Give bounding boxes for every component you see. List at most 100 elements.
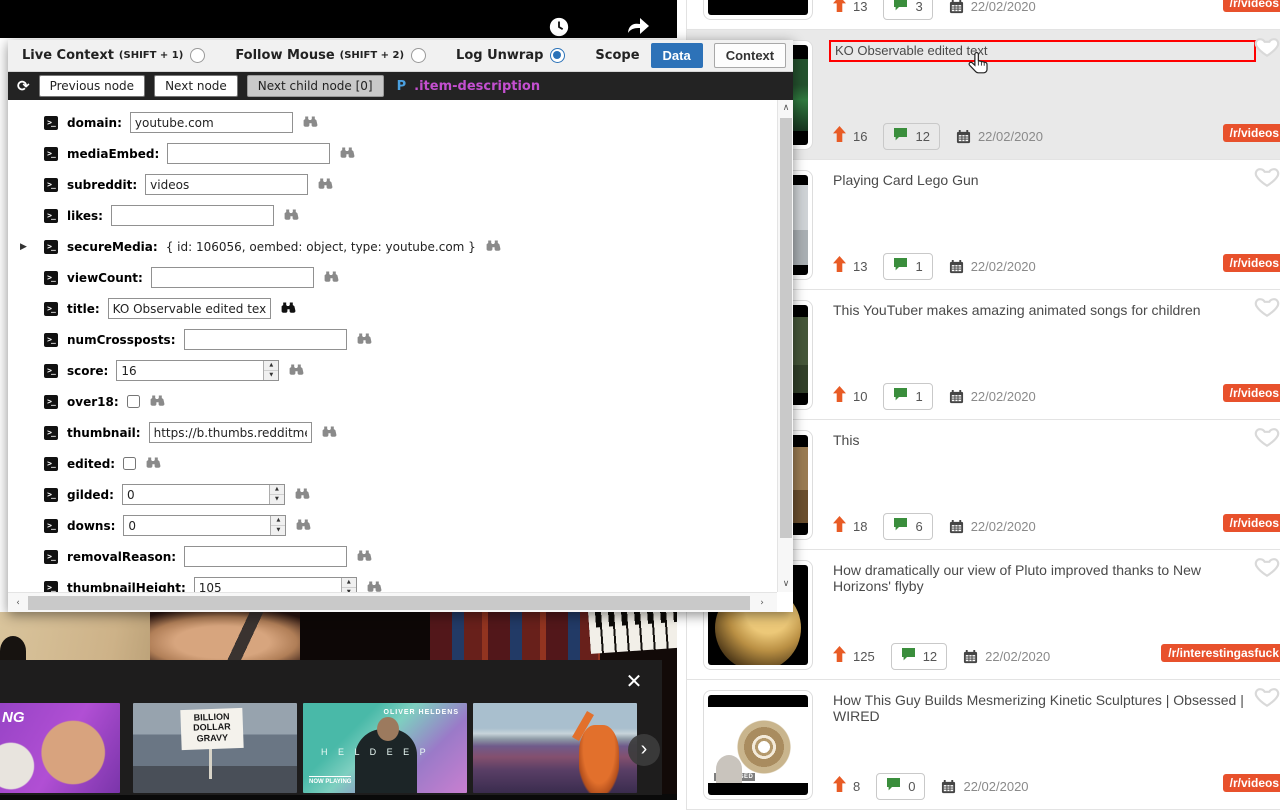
find-in-page-icon[interactable] [145,457,161,470]
feed-item-title[interactable]: How dramatically our view of Pluto impro… [833,562,1246,594]
feed-item-title-selected[interactable]: KO Observable edited text [829,40,1256,62]
spinner-down-icon[interactable]: ▼ [271,525,286,535]
expand-caret-icon[interactable]: ▶ [20,242,44,252]
property-input-likes[interactable] [110,205,274,226]
property-object-preview[interactable]: { id: 106056, oembed: object, type: yout… [166,240,476,254]
upvote-arrow-icon[interactable] [833,125,846,147]
subreddit-badge[interactable]: /r/videos [1222,0,1280,12]
find-in-page-icon[interactable] [485,240,501,253]
find-in-page-icon[interactable] [339,147,355,160]
upvote-arrow-icon[interactable] [833,255,846,277]
find-in-page-icon[interactable] [283,209,299,222]
comment-count-box[interactable]: 1 [883,382,933,410]
property-input-viewCount[interactable] [150,267,314,288]
refresh-icon[interactable]: ⟳ [17,78,30,94]
spinner-up-icon[interactable]: ▲ [341,578,356,587]
horizontal-scroll-thumb[interactable] [28,596,750,610]
comment-count-box[interactable]: 6 [883,512,933,540]
vertical-scrollbar[interactable]: ∧ ∨ [777,100,793,592]
find-in-page-icon[interactable] [317,178,333,191]
suggested-video-thumbnail[interactable]: OLIVER HELDENS H E L D E E P NOW PLAYING [303,703,467,793]
scroll-up-icon[interactable]: ∧ [778,100,794,116]
property-input-downs[interactable] [123,515,287,536]
find-in-page-icon[interactable] [280,302,296,315]
watch-later-clock-icon[interactable] [548,16,570,43]
scroll-down-icon[interactable]: ∨ [778,576,794,592]
share-icon[interactable] [626,16,650,43]
upvote-arrow-icon[interactable] [833,0,846,17]
comment-count-box[interactable]: 12 [883,122,940,150]
upvote-arrow-icon[interactable] [833,645,846,667]
spinner-up-icon[interactable]: ▲ [271,516,286,525]
comment-count-box[interactable]: 0 [876,772,926,800]
find-in-page-icon[interactable] [356,333,372,346]
subreddit-badge[interactable]: /r/videos [1222,124,1280,142]
favorite-heart-icon[interactable] [1254,34,1280,63]
number-spinner[interactable]: ▲ ▼ [263,361,279,380]
property-input-thumbnailHeight[interactable] [193,577,357,592]
property-input-gilded[interactable] [121,484,285,505]
comment-count-box[interactable]: 1 [883,252,933,280]
find-in-page-icon[interactable] [302,116,318,129]
next-suggestions-button[interactable]: › [628,734,660,766]
suggested-video-thumbnail[interactable]: BILLION DOLLAR GRAVY [133,703,297,793]
property-input-removalReason[interactable] [184,546,348,567]
scroll-right-icon[interactable]: › [754,595,770,611]
favorite-heart-icon[interactable] [1254,164,1280,193]
suggested-video-thumbnail[interactable] [473,703,637,793]
find-in-page-icon[interactable] [294,488,310,501]
upvote-arrow-icon[interactable] [833,775,846,797]
property-input-mediaEmbed[interactable] [167,143,331,164]
find-in-page-icon[interactable] [321,426,337,439]
number-spinner[interactable]: ▲ ▼ [270,516,286,535]
feed-item[interactable]: OBSESSED How This Guy Builds Mesmerizing… [687,680,1280,810]
previous-node-button[interactable]: Previous node [38,75,146,97]
upvote-arrow-icon[interactable] [833,515,846,537]
property-input-domain[interactable] [129,112,293,133]
log-unwrap-radio[interactable] [550,48,566,63]
scope-context-button[interactable]: Context [713,43,787,68]
feed-item[interactable]: 13 3 22/02/2020 /r/videos [687,0,1280,30]
favorite-heart-icon[interactable] [1254,294,1280,323]
horizontal-scrollbar[interactable]: ‹ › [8,592,777,612]
feed-item-title[interactable]: This YouTuber makes amazing animated son… [833,302,1246,318]
upvote-arrow-icon[interactable] [833,385,846,407]
comment-count-box[interactable]: 12 [890,642,948,670]
find-in-page-icon[interactable] [295,519,311,532]
subreddit-badge[interactable]: /r/interestingasfuck [1161,644,1280,662]
video-thumbnail[interactable]: OBSESSED [703,690,813,800]
feed-item-title[interactable]: This [833,432,1246,448]
property-input-thumbnail[interactable] [148,422,312,443]
spinner-up-icon[interactable]: ▲ [264,361,279,370]
close-icon[interactable]: ✕ [622,670,646,694]
scroll-left-icon[interactable]: ‹ [10,595,26,611]
follow-mouse-toggle[interactable]: Follow Mouse (SHIFT + 2) [235,48,427,63]
feed-item-title[interactable]: Playing Card Lego Gun [833,172,1246,188]
feed-item-title[interactable]: How This Guy Builds Mesmerizing Kinetic … [833,692,1246,724]
vertical-scroll-thumb[interactable] [780,118,792,538]
live-context-toggle[interactable]: Live Context (SHIFT + 1) [22,48,206,63]
find-in-page-icon[interactable] [149,395,165,408]
favorite-heart-icon[interactable] [1254,554,1280,583]
favorite-heart-icon[interactable] [1254,424,1280,453]
subreddit-badge[interactable]: /r/videos [1222,774,1280,792]
number-spinner[interactable]: ▲ ▼ [268,485,284,504]
next-node-button[interactable]: Next node [154,75,238,97]
favorite-heart-icon[interactable] [1254,684,1280,713]
scope-data-button[interactable]: Data [650,43,703,68]
spinner-up-icon[interactable]: ▲ [269,485,284,494]
log-unwrap-toggle[interactable]: Log Unwrap [456,48,566,63]
find-in-page-icon[interactable] [356,550,372,563]
live-context-radio[interactable] [190,48,206,63]
comment-count-box[interactable]: 3 [883,0,933,20]
property-checkbox-edited[interactable] [123,457,137,470]
property-input-score[interactable] [116,360,280,381]
spinner-down-icon[interactable]: ▼ [264,370,279,380]
property-input-numCrossposts[interactable] [183,329,347,350]
video-thumbnail[interactable] [703,0,813,20]
subreddit-badge[interactable]: /r/videos [1222,514,1280,532]
property-input-subreddit[interactable] [145,174,309,195]
property-checkbox-over18[interactable] [126,395,140,408]
subreddit-badge[interactable]: /r/videos [1222,254,1280,272]
spinner-down-icon[interactable]: ▼ [269,494,284,504]
